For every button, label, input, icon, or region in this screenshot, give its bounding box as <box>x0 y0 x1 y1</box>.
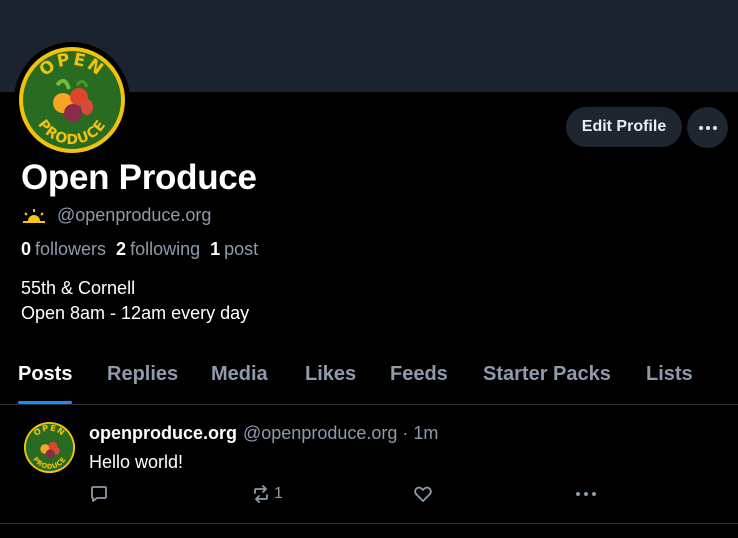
active-tab-indicator <box>18 401 72 404</box>
tab-posts[interactable]: Posts <box>18 363 72 386</box>
reply-button[interactable] <box>89 484 109 504</box>
handle-row: @openproduce.org <box>21 205 211 226</box>
sunrise-icon <box>23 208 45 223</box>
tab-starter-packs[interactable]: Starter Packs <box>483 363 611 386</box>
tab-lists[interactable]: Lists <box>646 363 693 386</box>
profile-stats: 0 followers 2 following 1 post <box>21 239 258 260</box>
tab-feeds[interactable]: Feeds <box>390 363 448 386</box>
profile-more-button[interactable] <box>687 107 728 148</box>
bio-line: Open 8am - 12am every day <box>21 303 250 323</box>
profile-handle: @openproduce.org <box>57 205 212 225</box>
tab-media[interactable]: Media <box>211 363 268 386</box>
followers-label: followers <box>35 239 107 259</box>
posts-stat: 1 post <box>210 239 258 260</box>
tab-likes[interactable]: Likes <box>305 363 356 386</box>
post-item[interactable]: OPEN PRODUCE openproduce.org @openproduc… <box>0 406 738 524</box>
repost-count: 1 <box>274 485 283 502</box>
open-produce-logo: OPEN PRODUCE <box>23 421 76 474</box>
edit-profile-button[interactable]: Edit Profile <box>566 107 682 147</box>
bio-line: 55th & Cornell <box>21 278 136 298</box>
followers-stat[interactable]: 0 followers <box>21 239 106 260</box>
following-label: following <box>130 239 201 259</box>
profile-avatar[interactable]: OPEN PRODUCE <box>14 42 130 158</box>
posts-count: 1 <box>210 239 221 259</box>
repost-icon <box>254 485 268 503</box>
post-author[interactable]: openproduce.org <box>89 423 237 444</box>
post-text: Hello world! <box>89 452 184 472</box>
following-count: 2 <box>116 239 127 259</box>
ellipsis-icon <box>576 492 596 496</box>
ellipsis-icon <box>698 125 717 130</box>
post-header: openproduce.org @openproduce.org · 1m <box>89 423 438 444</box>
like-button[interactable] <box>413 484 433 504</box>
profile-bio: 55th & Cornell Open 8am - 12am every day <box>21 276 249 326</box>
posts-label: post <box>224 239 259 259</box>
tab-replies[interactable]: Replies <box>107 363 178 386</box>
open-produce-logo: OPEN PRODUCE <box>19 47 125 153</box>
post-actions: 1 <box>89 484 609 508</box>
post-meta: @openproduce.org · 1m <box>243 423 439 443</box>
following-stat[interactable]: 2 following <box>116 239 200 260</box>
followers-count: 0 <box>21 239 32 259</box>
reply-icon <box>91 486 107 502</box>
like-icon <box>414 486 432 502</box>
repost-button[interactable]: 1 <box>251 484 283 504</box>
post-avatar[interactable]: OPEN PRODUCE <box>23 421 76 474</box>
post-more-button[interactable] <box>575 484 597 504</box>
profile-display-name: Open Produce <box>21 158 257 197</box>
profile-tabs: Posts Replies Media Likes Feeds Starter … <box>0 355 738 405</box>
